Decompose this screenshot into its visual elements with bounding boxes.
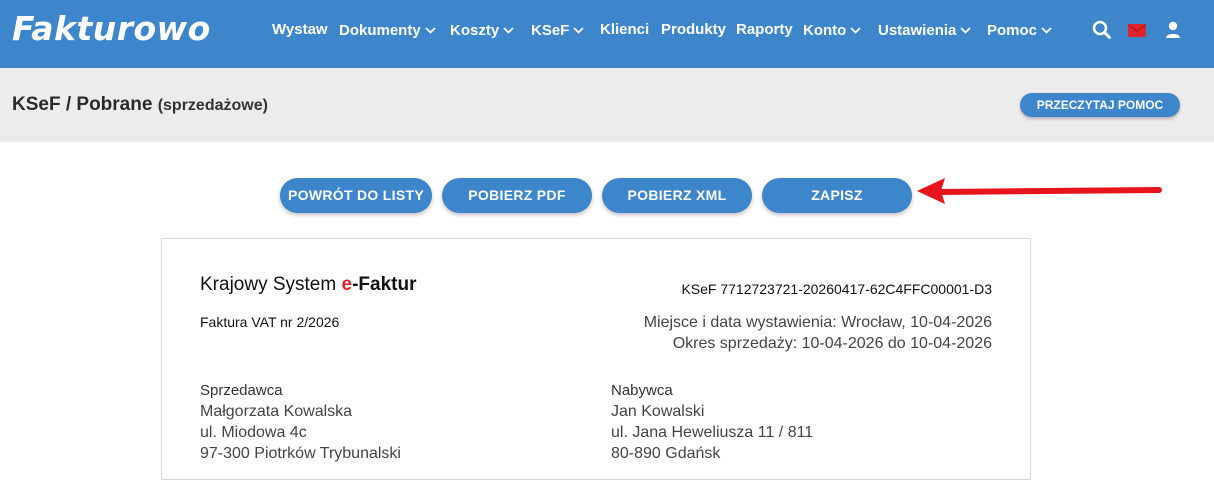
nav-label: KSeF xyxy=(531,22,570,39)
nav-label: Raporty xyxy=(736,21,793,38)
download-pdf-button[interactable]: POBIERZ PDF xyxy=(442,178,592,213)
chevron-down-icon xyxy=(573,20,584,40)
chevron-down-icon xyxy=(850,20,861,40)
page-title-main: KSeF / Pobrane xyxy=(12,94,153,115)
nav-label: Koszty xyxy=(450,22,500,39)
nav-label: Pomoc xyxy=(987,22,1038,39)
nav-produkty[interactable]: Produkty xyxy=(661,20,726,40)
read-help-button[interactable]: PRZECZYTAJ POMOC xyxy=(1020,93,1180,117)
invoice-meta: Miejsce i data wystawienia: Wrocław, 10-… xyxy=(644,312,992,354)
buyer-block: Nabywca Jan Kowalski ul. Jana Heweliusza… xyxy=(611,380,813,464)
back-to-list-button[interactable]: POWRÓT DO LISTY xyxy=(280,178,432,213)
invoice-number: Faktura VAT nr 2/2026 xyxy=(200,314,340,330)
nav-label: Produkty xyxy=(661,21,727,38)
nav-ksef[interactable]: KSeF xyxy=(531,20,584,40)
nav-klienci[interactable]: Klienci xyxy=(600,20,649,40)
buyer-city: 80-890 Gdańsk xyxy=(611,445,721,462)
seller-name: Małgorzata Kowalska xyxy=(200,403,353,420)
ksef-logo: Krajowy System e-Faktur xyxy=(200,274,416,296)
buyer-label: Nabywca xyxy=(611,382,673,399)
nav-koszty[interactable]: Koszty xyxy=(450,20,514,40)
user-icon[interactable] xyxy=(1163,20,1183,40)
chevron-down-icon xyxy=(503,20,514,40)
nav-label: Ustawienia xyxy=(878,22,957,39)
nav-label: Dokumenty xyxy=(339,22,421,39)
buyer-street: ul. Jana Heweliusza 11 / 811 xyxy=(611,424,814,441)
issue-place-date: Miejsce i data wystawienia: Wrocław, 10-… xyxy=(643,314,992,331)
annotation-arrow-icon xyxy=(917,178,1162,204)
ksef-logo-suffix: -Faktur xyxy=(352,274,417,295)
nav-dokumenty[interactable]: Dokumenty xyxy=(339,20,436,40)
search-icon[interactable] xyxy=(1092,20,1112,40)
seller-street: ul. Miodowa 4c xyxy=(200,424,307,441)
seller-label: Sprzedawca xyxy=(200,382,283,399)
seller-city: 97-300 Piotrków Trybunalski xyxy=(200,445,401,462)
chevron-down-icon xyxy=(1041,20,1052,40)
nav-label: Klienci xyxy=(600,21,650,38)
nav-ustawienia[interactable]: Ustawienia xyxy=(878,20,972,40)
nav-konto[interactable]: Konto xyxy=(803,20,861,40)
page-subtitle: (sprzedażowe) xyxy=(157,97,268,114)
nav-label: Wystaw xyxy=(272,21,328,38)
save-button[interactable]: ZAPISZ xyxy=(762,178,912,213)
nav-raporty[interactable]: Raporty xyxy=(736,20,793,40)
chevron-down-icon xyxy=(425,20,436,40)
nav-wystaw[interactable]: Wystaw xyxy=(272,20,328,40)
seller-block: Sprzedawca Małgorzata Kowalska ul. Miodo… xyxy=(200,380,401,464)
ksef-logo-prefix: Krajowy System xyxy=(200,274,342,295)
buyer-name: Jan Kowalski xyxy=(611,403,705,420)
download-xml-button[interactable]: POBIERZ XML xyxy=(602,178,752,213)
page-title: KSeF / Pobrane (sprzedażowe) xyxy=(12,94,268,116)
ksef-logo-e: e xyxy=(341,274,353,295)
sale-period: Okres sprzedaży: 10-04-2026 do 10-04-202… xyxy=(672,335,992,352)
mail-icon[interactable] xyxy=(1127,20,1147,40)
app-logo[interactable]: Fakturowo xyxy=(12,9,211,48)
nav-label: Konto xyxy=(803,22,847,39)
ksef-number: KSeF 7712723721-20260417-62C4FFC00001-D3 xyxy=(681,281,992,297)
nav-pomoc[interactable]: Pomoc xyxy=(987,20,1052,40)
chevron-down-icon xyxy=(960,20,972,40)
